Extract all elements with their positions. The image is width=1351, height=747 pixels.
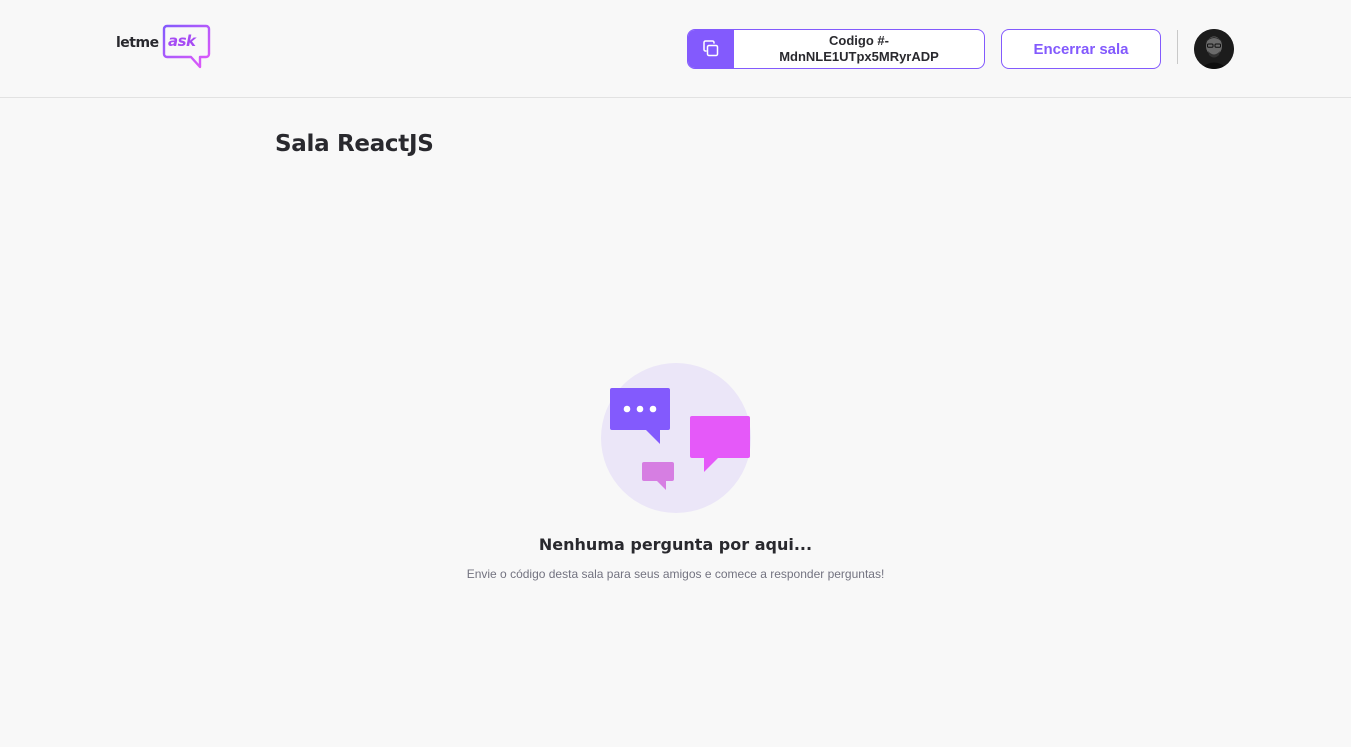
letmeask-logo[interactable]: letme ask bbox=[116, 24, 212, 70]
logo-text-ask: ask bbox=[168, 32, 196, 50]
user-avatar-icon bbox=[1194, 29, 1234, 69]
app-header: letme ask Codigo #- MdnNLE1UTpx5MRyrADP … bbox=[0, 0, 1351, 98]
copy-icon-box[interactable] bbox=[688, 30, 734, 68]
close-room-button[interactable]: Encerrar sala bbox=[1001, 29, 1161, 69]
chat-bubbles-illustration-icon bbox=[601, 363, 751, 513]
header-divider bbox=[1177, 30, 1178, 64]
room-code-label: Codigo #- bbox=[829, 33, 889, 48]
room-code-text: Codigo #- MdnNLE1UTpx5MRyrADP bbox=[734, 30, 984, 68]
room-code-value: MdnNLE1UTpx5MRyrADP bbox=[779, 49, 939, 64]
logo-text-letme: letme bbox=[116, 35, 159, 51]
empty-questions-illustration bbox=[600, 362, 752, 514]
room-code-button[interactable]: Codigo #- MdnNLE1UTpx5MRyrADP bbox=[687, 29, 985, 69]
page-title: Sala ReactJS bbox=[275, 131, 434, 157]
empty-state-title: Nenhuma pergunta por aqui... bbox=[538, 535, 813, 554]
user-avatar[interactable] bbox=[1194, 29, 1234, 69]
copy-icon bbox=[703, 40, 719, 57]
empty-state-subtitle: Envie o código desta sala para seus amig… bbox=[466, 567, 885, 581]
